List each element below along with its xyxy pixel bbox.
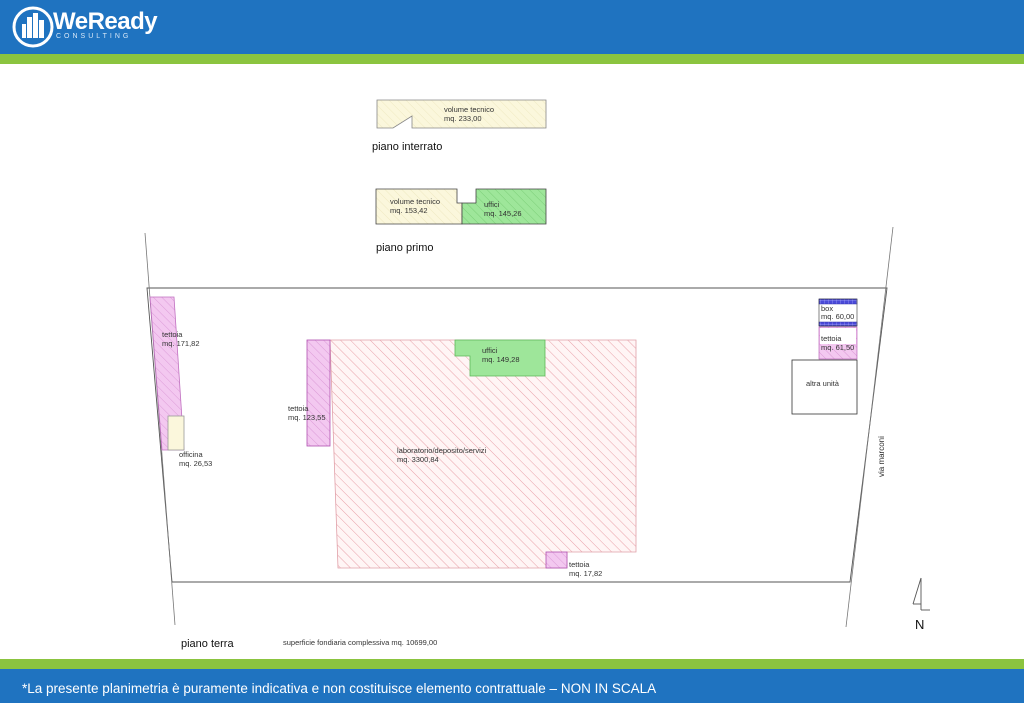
tettoia-small-area: mq. 17,82 (569, 569, 602, 578)
tettoia-left-area: mq. 171,82 (162, 339, 200, 348)
officina-name: officina (179, 450, 203, 459)
tettoia-mid-name: tettoia (288, 404, 309, 413)
tettoia-mid-area: mq. 123,55 (288, 413, 326, 422)
tettoia-right-name: tettoia (821, 334, 842, 343)
tettoia-right-area: mq. 61,50 (821, 343, 854, 352)
uffici-first-shape (461, 188, 547, 225)
volume-tecnico-first-name: volume tecnico (390, 197, 440, 206)
volume-tecnico-first-area: mq. 153,42 (390, 206, 428, 215)
altra-unita-name: altra unità (806, 379, 840, 388)
tettoia-small-shape (545, 551, 568, 569)
tettoia-small-name: tettoia (569, 560, 590, 569)
uffici-first-area: mq. 145,26 (484, 209, 522, 218)
tettoia-left-name: tettoia (162, 330, 183, 339)
volume-tecnico-basement-area: mq. 233,00 (444, 114, 482, 123)
officina-area: mq. 26,53 (179, 459, 212, 468)
footer-disclaimer: *La presente planimetria è puramente ind… (22, 681, 657, 696)
floor-label-ground: piano terra (181, 638, 234, 650)
floor-label-basement: piano interrato (372, 141, 442, 153)
street-label: via marconi (877, 436, 886, 477)
north-arrow-icon (912, 577, 930, 611)
lot-edge-right (845, 226, 894, 628)
box-stripe-bottom (818, 321, 858, 327)
north-label: N (915, 617, 924, 632)
floor-plan: volume tecnico mq. 233,00 piano interrat… (144, 99, 930, 650)
box-area: mq. 60,00 (821, 312, 854, 321)
floor-label-first: piano primo (376, 242, 433, 254)
total-surface-label: superficie fondiaria complessiva mq. 106… (283, 638, 437, 647)
footer-accent-bar (0, 659, 1024, 669)
uffici-ground-area: mq. 149,28 (482, 355, 520, 364)
laboratorio-area: mq. 3300,84 (397, 455, 439, 464)
tettoia-mid-shape (306, 339, 331, 447)
officina-shape (167, 415, 185, 451)
volume-tecnico-basement-name: volume tecnico (444, 105, 494, 114)
uffici-first-name: uffici (484, 200, 500, 209)
uffici-ground-name: uffici (482, 346, 498, 355)
laboratorio-name: laboratorio/deposito/servizi (397, 446, 487, 455)
